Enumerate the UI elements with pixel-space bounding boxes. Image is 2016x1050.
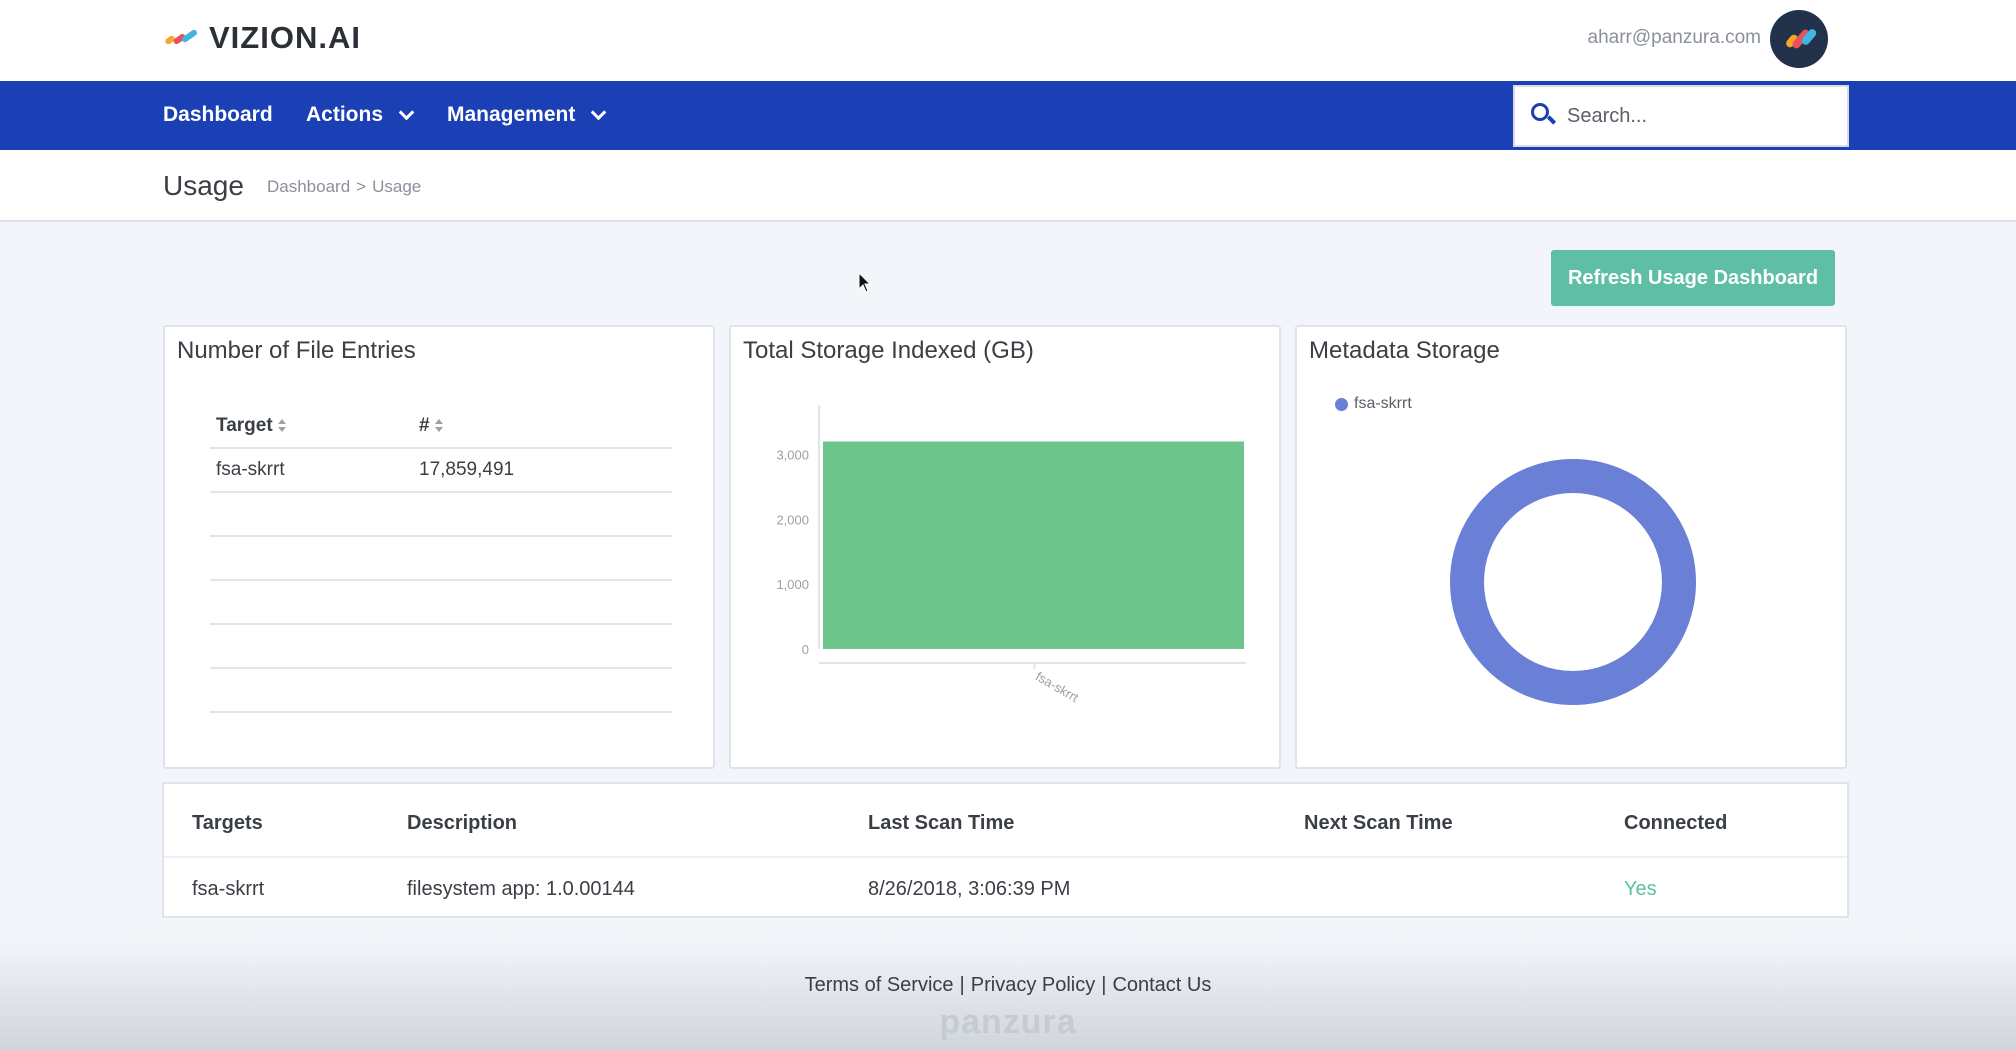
user-email[interactable]: aharr@panzura.com (1588, 27, 1761, 49)
nav-actions-dropdown[interactable]: Actions (306, 103, 415, 127)
storage-bar-chart: 3,000 2,000 1,000 0 fsa-skrrt (776, 405, 1246, 706)
y-tick-label: 2,000 (776, 512, 809, 527)
chevron-down-icon (398, 104, 415, 120)
donut-slice[interactable] (1450, 459, 1696, 705)
logo-text: VIZION.AI (209, 20, 361, 55)
file-entries-panel: Number of File Entries Target # fsa-skrr… (163, 325, 715, 769)
sort-icon (434, 418, 444, 433)
top-bar: VIZION.AI aharr@panzura.com (0, 0, 2016, 81)
target-cell: fsa-skrrt (216, 459, 285, 480)
table-row: fsa-skrrt 17,859,491 (210, 449, 672, 493)
table-header-row: Targets Description Last Scan Time Next … (164, 792, 1847, 854)
breadcrumb-current: Usage (372, 177, 422, 196)
empty-table-row (210, 537, 672, 581)
chevron-down-icon (591, 104, 607, 120)
x-tick-label: fsa-skrrt (1033, 669, 1081, 706)
metadata-storage-panel: Metadata Storage fsa-skrrt (1295, 325, 1847, 769)
empty-table-row (210, 669, 672, 713)
y-tick-label: 1,000 (776, 577, 809, 592)
targets-table: Targets Description Last Scan Time Next … (162, 782, 1849, 918)
file-entries-title: Number of File Entries (177, 337, 416, 364)
nav-management-dropdown[interactable]: Management (447, 103, 607, 127)
panzura-logo: panzura (939, 1003, 1077, 1041)
column-header-count-label: # (419, 415, 430, 436)
nav-dashboard-label: Dashboard (163, 103, 273, 126)
nav-dashboard[interactable]: Dashboard (163, 103, 273, 127)
breadcrumb-dashboard-link[interactable]: Dashboard (267, 177, 350, 196)
column-header-count[interactable]: # (413, 415, 672, 437)
bar (823, 441, 1244, 649)
nav-actions-label: Actions (306, 103, 384, 126)
main-nav: Dashboard Actions Management (0, 81, 2016, 150)
table-header-row: Target # (210, 405, 672, 449)
empty-table-row (210, 625, 672, 669)
count-cell: 17,859,491 (419, 459, 515, 480)
table-row[interactable]: fsa-skrrt filesystem app: 1.0.00144 8/26… (164, 856, 1847, 918)
column-header-connected: Connected (1624, 812, 1728, 834)
breadcrumb: Dashboard > Usage (267, 177, 427, 197)
search-box (1513, 85, 1849, 147)
search-input[interactable] (1567, 104, 1837, 128)
footer-separator: | (1101, 974, 1107, 996)
y-tick-label: 0 (802, 642, 809, 657)
storage-chart-panel: Total Storage Indexed (GB) 3,000 2,000 1,0… (729, 325, 1281, 769)
metadata-donut-chart (1450, 459, 1696, 705)
footer-links: Terms of Service | Privacy Policy | Contact … (0, 974, 2016, 997)
column-header-targets: Targets (192, 812, 263, 834)
column-header-next-scan: Next Scan Time (1304, 812, 1453, 834)
terms-of-service-link[interactable]: Terms of Service (805, 974, 954, 996)
page-header: Usage Dashboard > Usage (0, 150, 2016, 222)
vizion-logo[interactable]: VIZION.AI (164, 18, 361, 58)
column-header-description: Description (407, 812, 518, 834)
y-tick-label: 3,000 (776, 447, 809, 462)
file-entries-table: Target # fsa-skrrt 17,859,491 (210, 405, 672, 713)
description-cell: filesystem app: 1.0.00144 (407, 878, 635, 900)
refresh-usage-dashboard-button[interactable]: Refresh Usage Dashboard (1551, 250, 1835, 306)
sort-icon (277, 418, 287, 433)
nav-management-label: Management (447, 103, 576, 126)
column-header-last-scan: Last Scan Time (868, 812, 1015, 834)
empty-table-row (210, 581, 672, 625)
target-cell: fsa-skrrt (192, 878, 265, 900)
page-title: Usage (163, 170, 244, 201)
user-avatar[interactable] (1770, 10, 1828, 68)
column-header-target-label: Target (216, 415, 273, 436)
empty-table-row (210, 493, 672, 537)
contact-us-link[interactable]: Contact Us (1112, 974, 1211, 996)
logo-mark-icon (164, 27, 199, 49)
breadcrumb-separator: > (356, 177, 367, 196)
footer-separator: | (959, 974, 965, 996)
column-header-target[interactable]: Target (210, 415, 413, 437)
privacy-policy-link[interactable]: Privacy Policy (971, 974, 1095, 996)
last-scan-cell: 8/26/2018, 3:06:39 PM (868, 878, 1071, 900)
connected-status: Yes (1624, 878, 1657, 900)
search-icon[interactable] (1531, 103, 1557, 129)
